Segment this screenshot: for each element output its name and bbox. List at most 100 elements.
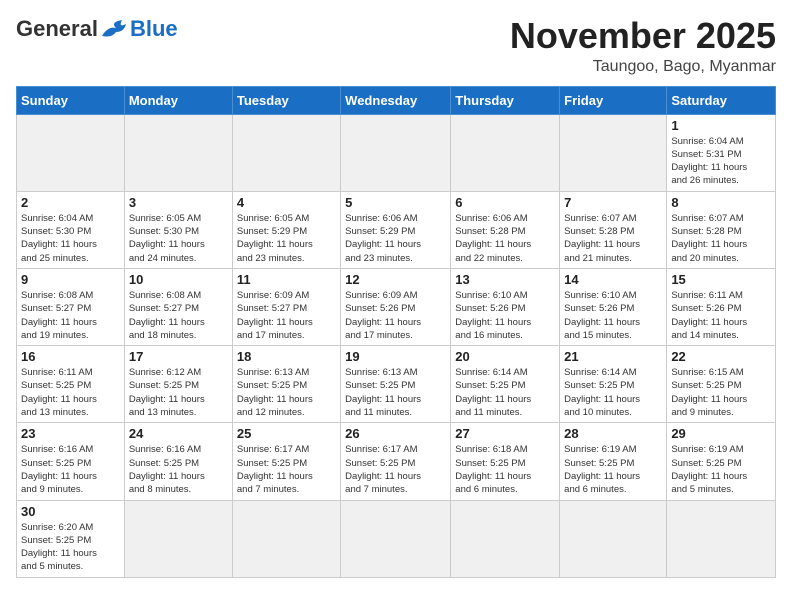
day-header-saturday: Saturday — [667, 86, 776, 114]
day-number: 11 — [237, 272, 336, 287]
day-number: 9 — [21, 272, 120, 287]
day-info: Sunrise: 6:10 AM Sunset: 5:26 PM Dayligh… — [564, 289, 662, 342]
week-row-3: 9 Sunrise: 6:08 AM Sunset: 5:27 PM Daylig… — [17, 268, 776, 345]
day-number: 22 — [671, 349, 771, 364]
calendar-cell — [560, 114, 667, 191]
calendar-cell: 13Sunrise: 6:10 AM Sunset: 5:26 PM Dayli… — [451, 268, 560, 345]
day-info: Sunrise: 6:07 AM Sunset: 5:28 PM Dayligh… — [564, 212, 662, 265]
day-header-sunday: Sunday — [17, 86, 125, 114]
calendar-cell: 17 Sunrise: 6:12 AM Sunset: 5:25 PM Dayli… — [124, 346, 232, 423]
day-info: Sunrise: 6:20 AM Sunset: 5:25 PM Dayligh… — [21, 521, 120, 574]
calendar-cell — [341, 500, 451, 577]
day-info: Sunrise: 6:16 AM Sunset: 5:25 PM Dayligh… — [129, 443, 228, 496]
day-number: 13 — [455, 272, 555, 287]
day-number: 8 — [671, 195, 771, 210]
day-number: 7 — [564, 195, 662, 210]
day-info: Sunrise: 6:06 AM Sunset: 5:29 PM Dayligh… — [345, 212, 446, 265]
day-number: 21 — [564, 349, 662, 364]
calendar-cell: 2Sunrise: 6:04 AM Sunset: 5:30 PM Daylig… — [17, 191, 125, 268]
day-info: Sunrise: 6:05 AM Sunset: 5:29 PM Dayligh… — [237, 212, 336, 265]
day-number: 20 — [455, 349, 555, 364]
calendar-cell — [341, 114, 451, 191]
week-row-2: 2Sunrise: 6:04 AM Sunset: 5:30 PM Daylig… — [17, 191, 776, 268]
day-number: 30 — [21, 504, 120, 519]
calendar-cell: 21Sunrise: 6:14 AM Sunset: 5:25 PM Dayli… — [560, 346, 667, 423]
day-number: 25 — [237, 426, 336, 441]
month-year-title: November 2025 — [510, 16, 776, 56]
day-number: 12 — [345, 272, 446, 287]
calendar-cell: 9Sunrise: 6:08 AM Sunset: 5:27 PM Daylig… — [17, 268, 125, 345]
day-info: Sunrise: 6:08 AM Sunset: 5:27 PM Dayligh… — [129, 289, 228, 342]
day-info: Sunrise: 6:17 AM Sunset: 5:25 PM Dayligh… — [237, 443, 336, 496]
calendar-cell — [560, 500, 667, 577]
day-header-monday: Monday — [124, 86, 232, 114]
day-number: 3 — [129, 195, 228, 210]
calendar-cell: 12 Sunrise: 6:09 AM Sunset: 5:26 PM Dayli… — [341, 268, 451, 345]
calendar-cell: 14 Sunrise: 6:10 AM Sunset: 5:26 PM Dayli… — [560, 268, 667, 345]
day-info: Sunrise: 6:15 AM Sunset: 5:25 PM Dayligh… — [671, 366, 771, 419]
logo-bird-icon — [100, 18, 130, 40]
calendar-cell: 23Sunrise: 6:16 AM Sunset: 5:25 PM Dayli… — [17, 423, 125, 500]
day-info: Sunrise: 6:19 AM Sunset: 5:25 PM Dayligh… — [564, 443, 662, 496]
calendar-cell: 30 Sunrise: 6:20 AM Sunset: 5:25 PM Dayli… — [17, 500, 125, 577]
day-number: 10 — [129, 272, 228, 287]
calendar-cell: 3 Sunrise: 6:05 AM Sunset: 5:30 PM Daylig… — [124, 191, 232, 268]
day-number: 16 — [21, 349, 120, 364]
calendar-cell: 8 Sunrise: 6:07 AM Sunset: 5:28 PM Daylig… — [667, 191, 776, 268]
day-info: Sunrise: 6:19 AM Sunset: 5:25 PM Dayligh… — [671, 443, 771, 496]
day-info: Sunrise: 6:13 AM Sunset: 5:25 PM Dayligh… — [237, 366, 336, 419]
calendar-cell: 5 Sunrise: 6:06 AM Sunset: 5:29 PM Daylig… — [341, 191, 451, 268]
calendar-cell: 19 Sunrise: 6:13 AM Sunset: 5:25 PM Dayli… — [341, 346, 451, 423]
calendar-cell: 25 Sunrise: 6:17 AM Sunset: 5:25 PM Dayli… — [232, 423, 340, 500]
day-info: Sunrise: 6:18 AM Sunset: 5:25 PM Dayligh… — [455, 443, 555, 496]
title-area: November 2025 Taungoo, Bago, Myanmar — [510, 16, 776, 76]
calendar-cell — [451, 500, 560, 577]
day-info: Sunrise: 6:12 AM Sunset: 5:25 PM Dayligh… — [129, 366, 228, 419]
day-number: 14 — [564, 272, 662, 287]
day-number: 26 — [345, 426, 446, 441]
calendar-cell: 1 Sunrise: 6:04 AM Sunset: 5:31 PM Daylig… — [667, 114, 776, 191]
day-number: 1 — [671, 118, 771, 133]
day-info: Sunrise: 6:13 AM Sunset: 5:25 PM Dayligh… — [345, 366, 446, 419]
calendar-cell: 27Sunrise: 6:18 AM Sunset: 5:25 PM Dayli… — [451, 423, 560, 500]
day-info: Sunrise: 6:06 AM Sunset: 5:28 PM Dayligh… — [455, 212, 555, 265]
day-header-tuesday: Tuesday — [232, 86, 340, 114]
calendar-cell: 28Sunrise: 6:19 AM Sunset: 5:25 PM Dayli… — [560, 423, 667, 500]
calendar-cell: 20 Sunrise: 6:14 AM Sunset: 5:25 PM Dayli… — [451, 346, 560, 423]
calendar-cell: 24 Sunrise: 6:16 AM Sunset: 5:25 PM Dayli… — [124, 423, 232, 500]
day-number: 19 — [345, 349, 446, 364]
calendar-cell: 11 Sunrise: 6:09 AM Sunset: 5:27 PM Dayli… — [232, 268, 340, 345]
day-info: Sunrise: 6:14 AM Sunset: 5:25 PM Dayligh… — [455, 366, 555, 419]
day-header-thursday: Thursday — [451, 86, 560, 114]
day-number: 6 — [455, 195, 555, 210]
day-number: 15 — [671, 272, 771, 287]
calendar-cell: 4Sunrise: 6:05 AM Sunset: 5:29 PM Daylig… — [232, 191, 340, 268]
calendar-cell — [232, 500, 340, 577]
week-row-1: 1 Sunrise: 6:04 AM Sunset: 5:31 PM Daylig… — [17, 114, 776, 191]
calendar-cell: 26Sunrise: 6:17 AM Sunset: 5:25 PM Dayli… — [341, 423, 451, 500]
calendar-cell: 6 Sunrise: 6:06 AM Sunset: 5:28 PM Daylig… — [451, 191, 560, 268]
day-info: Sunrise: 6:04 AM Sunset: 5:31 PM Dayligh… — [671, 135, 771, 188]
calendar-table: SundayMondayTuesdayWednesdayThursdayFrid… — [16, 86, 776, 578]
logo-blue-text: Blue — [130, 16, 178, 42]
calendar-cell: 29Sunrise: 6:19 AM Sunset: 5:25 PM Dayli… — [667, 423, 776, 500]
day-number: 5 — [345, 195, 446, 210]
day-info: Sunrise: 6:09 AM Sunset: 5:26 PM Dayligh… — [345, 289, 446, 342]
day-number: 17 — [129, 349, 228, 364]
calendar-header-row: SundayMondayTuesdayWednesdayThursdayFrid… — [17, 86, 776, 114]
day-info: Sunrise: 6:11 AM Sunset: 5:26 PM Dayligh… — [671, 289, 771, 342]
calendar-cell — [667, 500, 776, 577]
week-row-5: 23Sunrise: 6:16 AM Sunset: 5:25 PM Dayli… — [17, 423, 776, 500]
day-info: Sunrise: 6:09 AM Sunset: 5:27 PM Dayligh… — [237, 289, 336, 342]
day-number: 24 — [129, 426, 228, 441]
calendar-cell: 7 Sunrise: 6:07 AM Sunset: 5:28 PM Daylig… — [560, 191, 667, 268]
day-info: Sunrise: 6:07 AM Sunset: 5:28 PM Dayligh… — [671, 212, 771, 265]
day-header-friday: Friday — [560, 86, 667, 114]
logo: General Blue — [16, 16, 178, 42]
day-info: Sunrise: 6:11 AM Sunset: 5:25 PM Dayligh… — [21, 366, 120, 419]
calendar-cell — [232, 114, 340, 191]
day-number: 18 — [237, 349, 336, 364]
calendar-cell — [124, 500, 232, 577]
header: General Blue November 2025 Taungoo, Bago… — [16, 16, 776, 76]
day-info: Sunrise: 6:05 AM Sunset: 5:30 PM Dayligh… — [129, 212, 228, 265]
